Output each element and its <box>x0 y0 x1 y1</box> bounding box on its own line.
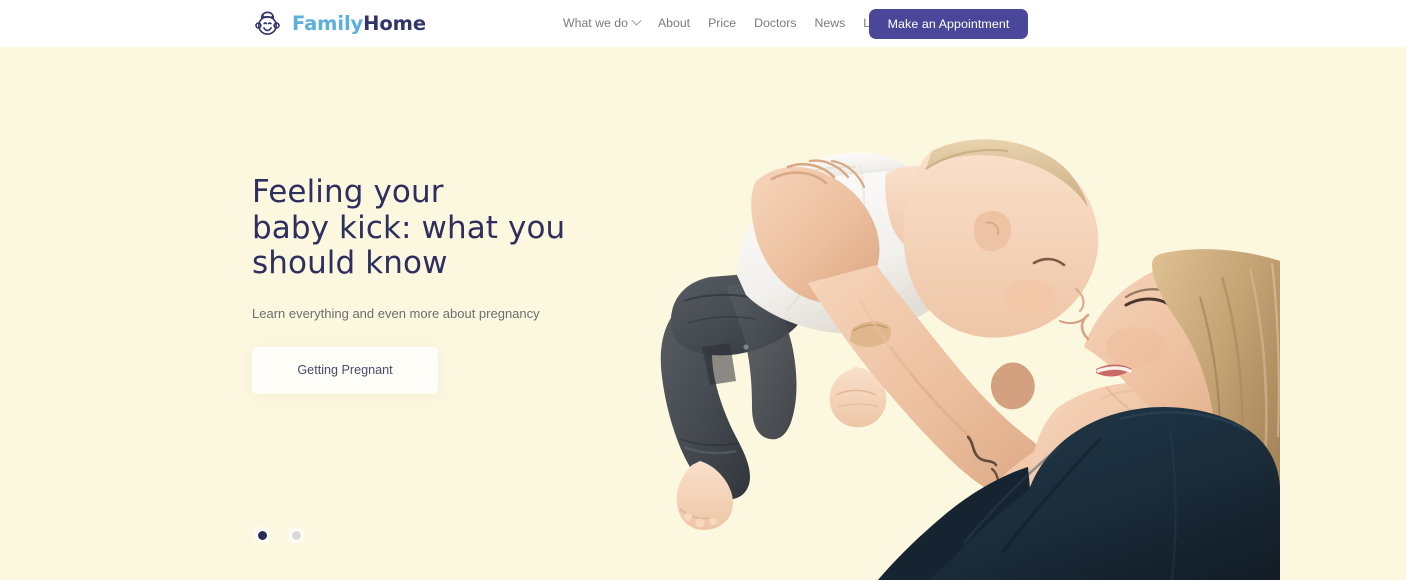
baby-onesie <box>736 152 967 334</box>
hero-copy: Feeling your baby kick: what you should … <box>252 174 582 394</box>
baby-head <box>903 139 1099 338</box>
mother-neck-shoulder <box>1030 382 1258 580</box>
chevron-down-icon <box>631 15 642 26</box>
baby-jeans <box>660 273 807 500</box>
nav-item-price[interactable]: Price <box>708 13 736 33</box>
main-navigation: What we do About Price Doctors News Loca… <box>563 0 910 47</box>
logo-word-home: Home <box>363 12 427 35</box>
baby-face-icon <box>255 11 280 35</box>
carousel-dot-2-mark <box>291 530 301 540</box>
carousel-pagination <box>252 525 306 545</box>
nav-item-about[interactable]: About <box>658 13 690 33</box>
carousel-dot-1-mark <box>257 530 267 540</box>
baby-foot <box>676 461 734 531</box>
getting-pregnant-button[interactable]: Getting Pregnant <box>252 346 438 394</box>
mother-arm <box>751 159 1171 516</box>
logo-text: FamilyHome <box>292 12 426 35</box>
nav-item-doctors[interactable]: Doctors <box>754 13 796 33</box>
nav-item-news[interactable]: News <box>814 13 845 33</box>
mother-shirt <box>878 407 1280 580</box>
baby-arm <box>847 165 974 377</box>
hero-section: Feeling your baby kick: what you should … <box>0 47 1406 580</box>
site-header: FamilyHome What we do About Price Doctor… <box>0 0 1406 47</box>
mother-lifting-baby-photo <box>560 47 1280 580</box>
nav-label-what-we-do: What we do <box>563 16 628 31</box>
hero-subtitle: Learn everything and even more about pre… <box>252 305 540 321</box>
logo-word-family: Family <box>292 12 364 35</box>
nav-item-what-we-do[interactable]: What we do <box>563 13 642 33</box>
make-appointment-button[interactable]: Make an Appointment <box>869 9 1028 39</box>
baby-hand <box>829 367 887 428</box>
carousel-dot-2[interactable] <box>286 525 306 545</box>
carousel-dot-1[interactable] <box>252 525 272 545</box>
site-logo[interactable]: FamilyHome <box>252 7 426 40</box>
mother-head <box>1080 257 1280 447</box>
mother-hair <box>1152 249 1280 580</box>
landing-page: FamilyHome What we do About Price Doctor… <box>0 0 1406 580</box>
hero-title: Feeling your baby kick: what you should … <box>252 174 566 281</box>
